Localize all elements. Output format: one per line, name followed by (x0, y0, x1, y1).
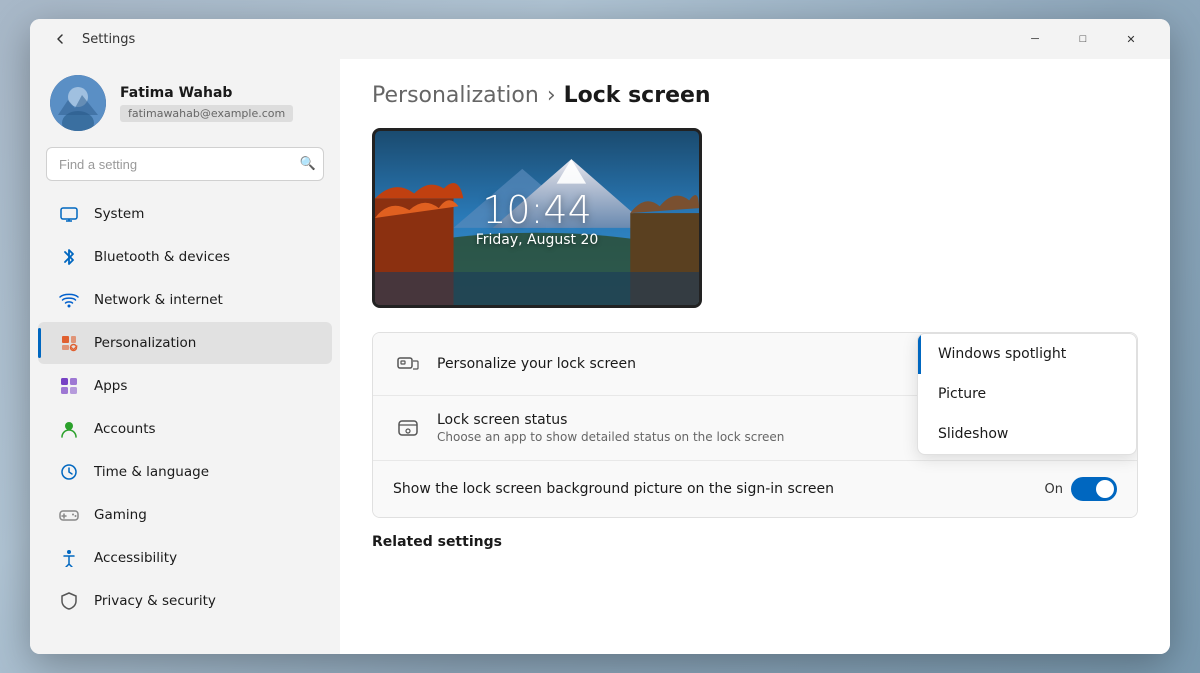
minimize-button[interactable]: ─ (1012, 23, 1058, 55)
lockscreen-date: Friday, August 20 (476, 232, 599, 248)
sidebar-item-label: Gaming (94, 507, 147, 523)
sidebar-item-system[interactable]: System (38, 193, 332, 235)
sidebar-item-label: System (94, 206, 144, 222)
background-row: Show the lock screen background picture … (373, 461, 1137, 517)
sidebar-item-accounts[interactable]: Accounts (38, 408, 332, 450)
window-controls: ─ □ ✕ (1012, 23, 1154, 55)
background-title: Show the lock screen background picture … (393, 481, 1031, 497)
sidebar-item-privacy[interactable]: Privacy & security (38, 580, 332, 622)
sidebar-item-label: Privacy & security (94, 593, 216, 609)
sidebar-item-label: Accessibility (94, 550, 177, 566)
back-button[interactable] (46, 25, 74, 53)
dropdown-item-label: Slideshow (938, 426, 1008, 442)
settings-window: Settings ─ □ ✕ (30, 19, 1170, 654)
sidebar-nav: System Bluetooth & devices (30, 193, 340, 622)
sidebar-item-apps[interactable]: Apps (38, 365, 332, 407)
sidebar-item-time[interactable]: Time & language (38, 451, 332, 493)
titlebar: Settings ─ □ ✕ (30, 19, 1170, 59)
sidebar-item-label: Time & language (94, 464, 209, 480)
gaming-icon (58, 504, 80, 526)
dropdown-item-spotlight[interactable]: Windows spotlight (918, 334, 1136, 374)
user-info: Fatima Wahab fatimawahab@example.com (120, 85, 293, 122)
dropdown-item-slideshow[interactable]: Slideshow (918, 414, 1136, 454)
personalize-dropdown[interactable]: Windows spotlight Picture Slideshow (917, 333, 1137, 455)
accounts-icon (58, 418, 80, 440)
breadcrumb-current: Lock screen (564, 83, 711, 108)
dropdown-item-label: Picture (938, 386, 986, 402)
window-title: Settings (82, 32, 1012, 47)
sidebar: Fatima Wahab fatimawahab@example.com 🔍 (30, 59, 340, 654)
personalization-icon (58, 332, 80, 354)
network-icon (58, 289, 80, 311)
sidebar-item-label: Bluetooth & devices (94, 249, 230, 265)
sidebar-item-label: Accounts (94, 421, 156, 437)
maximize-button[interactable]: □ (1060, 23, 1106, 55)
breadcrumb: Personalization › Lock screen (372, 83, 1138, 108)
breadcrumb-parent: Personalization (372, 83, 539, 108)
close-button[interactable]: ✕ (1108, 23, 1154, 55)
sidebar-item-bluetooth[interactable]: Bluetooth & devices (38, 236, 332, 278)
content-area: Personalization › Lock screen (340, 59, 1170, 654)
user-section: Fatima Wahab fatimawahab@example.com (30, 59, 340, 143)
lock-status-icon (393, 413, 423, 443)
personalize-row[interactable]: Personalize your lock screen Windows spo… (373, 333, 1137, 396)
settings-section: Personalize your lock screen Windows spo… (372, 332, 1138, 518)
privacy-icon (58, 590, 80, 612)
toggle-label: On (1045, 482, 1063, 497)
breadcrumb-separator: › (547, 83, 556, 108)
apps-icon (58, 375, 80, 397)
accessibility-icon (58, 547, 80, 569)
sidebar-item-label: Apps (94, 378, 127, 394)
sidebar-item-label: Personalization (94, 335, 196, 351)
dropdown-item-label: Windows spotlight (938, 346, 1066, 362)
sidebar-item-personalization[interactable]: Personalization (38, 322, 332, 364)
time-icon (58, 461, 80, 483)
bluetooth-icon (58, 246, 80, 268)
search-input[interactable] (46, 147, 324, 181)
user-email: fatimawahab@example.com (120, 105, 293, 122)
search-box: 🔍 (46, 147, 324, 181)
background-toggle[interactable] (1071, 477, 1117, 501)
background-text: Show the lock screen background picture … (393, 481, 1031, 497)
dropdown-item-picture[interactable]: Picture (918, 374, 1136, 414)
lockscreen-preview: 10:44 Friday, August 20 (372, 128, 702, 308)
sidebar-item-network[interactable]: Network & internet (38, 279, 332, 321)
sidebar-item-accessibility[interactable]: Accessibility (38, 537, 332, 579)
avatar (50, 75, 106, 131)
main-area: Fatima Wahab fatimawahab@example.com 🔍 (30, 59, 1170, 654)
lock-personalize-icon (393, 349, 423, 379)
sidebar-item-label: Network & internet (94, 292, 223, 308)
system-icon (58, 203, 80, 225)
background-control: On (1045, 477, 1117, 501)
user-name: Fatima Wahab (120, 85, 293, 101)
lockscreen-overlay: 10:44 Friday, August 20 (375, 131, 699, 305)
related-settings-title: Related settings (372, 534, 1138, 550)
lockscreen-time: 10:44 (482, 188, 592, 232)
sidebar-item-gaming[interactable]: Gaming (38, 494, 332, 536)
